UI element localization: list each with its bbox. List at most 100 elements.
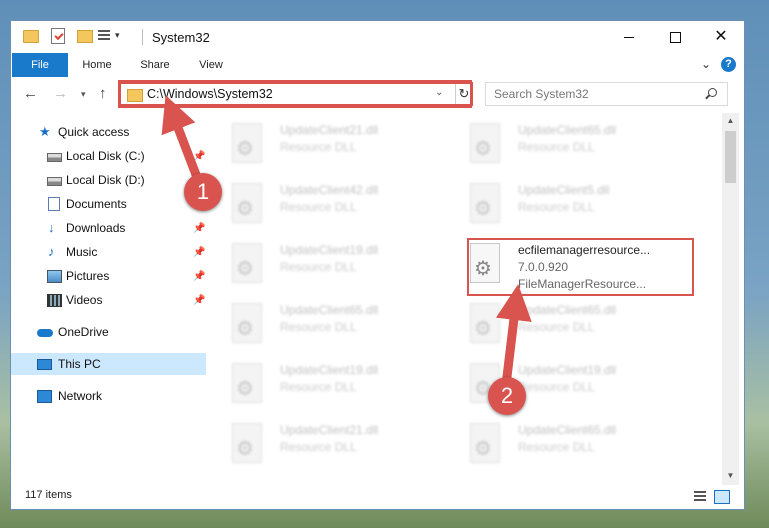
sidebar-item-downloads[interactable]: ↓ Downloads 📌	[11, 217, 206, 239]
maximize-button[interactable]	[652, 21, 698, 53]
close-button[interactable]: ✕	[698, 21, 744, 53]
pin-icon[interactable]: 📌	[193, 290, 205, 312]
list-item[interactable]: UpdateClient19.dll Resource DLL	[444, 359, 674, 415]
minimize-icon	[624, 37, 634, 38]
star-icon: ★	[39, 124, 51, 139]
tab-home[interactable]: Home	[73, 53, 121, 77]
sidebar-item-label: Pictures	[66, 269, 110, 283]
drive-icon	[47, 177, 62, 186]
dll-file-icon	[470, 423, 500, 463]
search-input[interactable]: Search System32	[485, 82, 728, 106]
file-type: Resource DLL	[280, 320, 357, 334]
sidebar-item-label: OneDrive	[58, 325, 109, 339]
list-item[interactable]: UpdateClient19.dll Resource DLL	[206, 359, 436, 415]
step-1-badge: 1	[184, 173, 222, 211]
documents-icon	[48, 197, 60, 211]
file-type: Resource DLL	[518, 320, 595, 334]
sidebar-item-label: This PC	[58, 357, 101, 371]
tab-view[interactable]: View	[187, 53, 235, 77]
pin-icon[interactable]: 📌	[193, 242, 205, 264]
sidebar-item-music[interactable]: ♪ Music 📌	[11, 241, 206, 263]
list-item[interactable]: UpdateClient21.dll Resource DLL	[206, 119, 436, 175]
status-bar: 117 items	[11, 485, 744, 509]
list-item[interactable]: UpdateClient65.dll Resource DLL	[206, 299, 436, 355]
sidebar-item-local-disk-d[interactable]: Local Disk (D:)	[11, 169, 206, 191]
help-icon[interactable]: ?	[721, 57, 736, 72]
tab-share[interactable]: Share	[131, 53, 179, 77]
sidebar-item-local-disk-c[interactable]: Local Disk (C:) 📌	[11, 145, 206, 167]
tiles-view-icon[interactable]	[714, 490, 730, 504]
sidebar-item-this-pc[interactable]: This PC	[11, 353, 206, 375]
dll-file-icon	[470, 183, 500, 223]
up-arrow-icon[interactable]: ↑	[99, 85, 107, 102]
sidebar-item-documents[interactable]: Documents 📌	[11, 193, 206, 215]
new-folder-icon[interactable]	[77, 30, 93, 43]
customize-quick-access-icon[interactable]: ▾	[115, 30, 120, 41]
view-icon[interactable]	[98, 30, 110, 42]
dll-file-icon	[470, 303, 500, 343]
sidebar-item-label: Local Disk (C:)	[66, 149, 145, 163]
pictures-icon	[47, 270, 62, 283]
list-item[interactable]: UpdateClient65.dll Resource DLL	[444, 419, 674, 475]
vertical-scrollbar[interactable]: ▲ ▼	[722, 113, 739, 485]
properties-icon[interactable]	[51, 28, 65, 44]
dll-file-icon	[232, 183, 262, 223]
title-bar: ▾ System32 ✕	[11, 21, 744, 53]
videos-icon	[47, 294, 62, 307]
dll-file-icon	[232, 303, 262, 343]
details-view-icon[interactable]	[694, 491, 706, 502]
folder-icon	[23, 30, 39, 43]
pin-icon[interactable]: 📌	[193, 266, 205, 288]
sidebar-item-videos[interactable]: Videos 📌	[11, 289, 206, 311]
dll-file-icon	[232, 243, 262, 283]
sidebar-item-label: Documents	[66, 197, 127, 211]
file-name: UpdateClient21.dll	[280, 423, 379, 437]
pin-icon[interactable]: 📌	[193, 146, 205, 168]
file-type: Resource DLL	[280, 260, 357, 274]
list-item[interactable]: UpdateClient42.dll Resource DLL	[206, 179, 436, 235]
expand-ribbon-icon[interactable]: ⌄	[701, 57, 711, 71]
maximize-icon	[670, 32, 681, 43]
sidebar-item-quick-access[interactable]: ★ Quick access	[11, 121, 206, 143]
tab-file[interactable]: File	[12, 53, 68, 77]
list-item[interactable]: UpdateClient5.dll Resource DLL	[444, 179, 674, 235]
scroll-up-icon[interactable]: ▲	[722, 113, 739, 128]
file-name: UpdateClient65.dll	[518, 123, 617, 137]
drive-icon	[47, 153, 62, 162]
file-name: UpdateClient21.dll	[280, 123, 379, 137]
scroll-down-icon[interactable]: ▼	[722, 468, 739, 483]
file-type: Resource DLL	[518, 140, 595, 154]
step-2-badge: 2	[488, 377, 526, 415]
file-type: Resource DLL	[518, 380, 595, 394]
list-item[interactable]: UpdateClient65.dll Resource DLL	[444, 299, 674, 355]
window-title: System32	[152, 30, 210, 45]
list-item[interactable]: UpdateClient21.dll Resource DLL	[206, 419, 436, 475]
dll-file-icon	[470, 123, 500, 163]
dll-file-icon	[232, 363, 262, 403]
list-item[interactable]: UpdateClient19.dll Resource DLL	[206, 239, 436, 295]
file-name: UpdateClient65.dll	[280, 303, 379, 317]
scrollbar-thumb[interactable]	[725, 131, 736, 183]
forward-arrow-icon[interactable]: →	[53, 85, 68, 102]
sidebar-item-pictures[interactable]: Pictures 📌	[11, 265, 206, 287]
sidebar-item-label: Downloads	[66, 221, 126, 235]
file-name: UpdateClient5.dll	[518, 183, 610, 197]
sidebar-item-label: Videos	[66, 293, 103, 307]
recent-locations-icon[interactable]: ▾	[81, 89, 86, 100]
back-arrow-icon[interactable]: ←	[23, 85, 38, 102]
minimize-button[interactable]	[606, 21, 652, 53]
pc-icon	[37, 359, 52, 370]
sidebar-item-onedrive[interactable]: OneDrive	[11, 321, 206, 343]
pin-icon[interactable]: 📌	[193, 218, 205, 240]
sidebar-item-network[interactable]: Network	[11, 385, 206, 407]
search-icon[interactable]	[708, 88, 717, 97]
divider	[142, 29, 143, 45]
file-name: UpdateClient19.dll	[518, 363, 617, 377]
onedrive-icon	[37, 329, 53, 337]
dll-file-icon	[232, 123, 262, 163]
file-type: Resource DLL	[280, 440, 357, 454]
download-icon: ↓	[48, 220, 55, 235]
navigation-pane: ★ Quick access Local Disk (C:) 📌 Local D…	[11, 113, 206, 485]
file-name: UpdateClient19.dll	[280, 243, 379, 257]
list-item[interactable]: UpdateClient65.dll Resource DLL	[444, 119, 674, 175]
